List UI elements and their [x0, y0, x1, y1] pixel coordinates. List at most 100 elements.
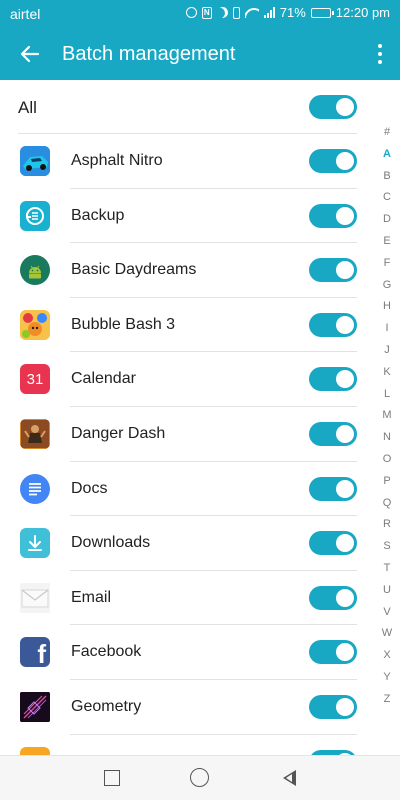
page-title: Batch management [62, 43, 236, 65]
toggle-knob [336, 534, 354, 553]
index-letter[interactable]: P [383, 471, 390, 493]
app-name: Danger Dash [71, 424, 166, 442]
index-letter[interactable]: S [383, 536, 390, 558]
calendar-date: 31 [26, 370, 44, 388]
app-name: Backup [71, 206, 125, 224]
index-letter[interactable]: U [383, 580, 391, 602]
wifi-icon [245, 7, 259, 18]
index-letter[interactable]: Z [384, 689, 391, 711]
all-row: All [0, 80, 375, 134]
app-name: Facebook [71, 643, 142, 661]
toggle-knob [336, 206, 354, 225]
home-button[interactable] [190, 768, 210, 788]
app-toggle[interactable] [309, 531, 357, 556]
battery-icon [310, 7, 334, 18]
index-letter[interactable]: T [384, 558, 391, 580]
index-letter[interactable]: C [383, 187, 391, 209]
do-not-disturb-icon [215, 5, 230, 20]
battery-percent: 71% [279, 5, 306, 20]
all-toggle[interactable] [309, 95, 357, 119]
recents-button[interactable] [102, 768, 122, 788]
app-toggle[interactable] [309, 258, 357, 283]
android-icon [20, 255, 50, 286]
nfc-icon: N [201, 6, 212, 19]
app-toggle[interactable] [309, 585, 357, 610]
backup-icon [20, 200, 50, 231]
facebook-icon: f [20, 637, 50, 668]
index-letter[interactable]: E [383, 231, 390, 253]
app-row[interactable]: Geometry [0, 680, 375, 735]
index-letter[interactable]: I [385, 318, 388, 340]
app-row[interactable]: Email [0, 571, 375, 626]
app-toggle[interactable] [309, 694, 357, 719]
app-toggle[interactable] [309, 203, 357, 228]
index-letter[interactable]: K [383, 362, 390, 384]
app-bar: Batch management [0, 28, 400, 80]
back-button[interactable] [280, 768, 300, 788]
more-vertical-icon[interactable] [374, 42, 386, 66]
index-letter[interactable]: N [383, 427, 391, 449]
index-letter[interactable]: B [383, 166, 390, 188]
index-letter[interactable]: L [384, 384, 390, 406]
bubble-bash-icon [20, 309, 50, 340]
app-row[interactable]: Asphalt Nitro [0, 134, 375, 189]
app-name: Docs [71, 479, 108, 497]
app-name: Bubble Bash 3 [71, 315, 176, 333]
calendar-icon: 31 [20, 364, 50, 395]
all-label: All [18, 98, 37, 117]
app-toggle[interactable] [309, 640, 357, 665]
status-bar: airtel N 71% 12:20 pm [0, 0, 400, 28]
app-row[interactable] [0, 735, 375, 756]
toggle-knob [336, 261, 354, 280]
app-toggle[interactable] [309, 312, 357, 337]
app-name: Downloads [71, 534, 151, 552]
app-name: Asphalt Nitro [71, 152, 163, 169]
index-letter[interactable]: Q [383, 493, 392, 515]
download-icon [20, 528, 50, 559]
toggle-knob [336, 152, 354, 170]
app-row[interactable]: Backup [0, 189, 375, 244]
index-letter[interactable]: X [383, 645, 390, 667]
index-letter[interactable]: Y [383, 667, 390, 689]
app-row[interactable]: 31 Calendar [0, 352, 375, 407]
index-letter[interactable]: # [384, 122, 390, 144]
app-toggle[interactable] [309, 367, 357, 392]
geometry-icon [20, 691, 50, 722]
index-letter[interactable]: F [384, 253, 391, 275]
toggle-knob [336, 315, 354, 334]
index-letter[interactable]: G [383, 275, 392, 297]
alphabet-index[interactable]: # A B C D E F G H I J K L M N O P Q R S T U V W X Y Z [374, 122, 400, 711]
app-name: Geometry [71, 697, 142, 715]
app-name: Email [71, 588, 112, 606]
index-letter[interactable]: W [382, 623, 392, 645]
vibrate-icon [232, 6, 240, 19]
arrow-left-icon[interactable] [18, 42, 42, 66]
app-row[interactable]: Basic Daydreams [0, 243, 375, 298]
toggle-knob [336, 588, 354, 607]
app-row[interactable]: Bubble Bash 3 [0, 298, 375, 353]
toggle-knob [336, 697, 354, 716]
index-letter[interactable]: M [382, 405, 391, 427]
facebook-letter: f [37, 639, 46, 668]
app-row[interactable]: Danger Dash [0, 407, 375, 462]
index-letter[interactable]: H [383, 296, 391, 318]
index-letter[interactable]: A [383, 144, 391, 166]
app-row[interactable]: f Facebook [0, 625, 375, 680]
asphalt-nitro-icon [20, 146, 50, 176]
toggle-knob [336, 424, 354, 443]
index-letter[interactable]: R [383, 514, 391, 536]
app-toggle[interactable] [309, 149, 357, 173]
signal-icon [263, 7, 275, 18]
app-row[interactable]: Downloads [0, 516, 375, 571]
app-toggle[interactable] [309, 421, 357, 446]
toggle-knob [336, 643, 354, 662]
app-toggle[interactable] [309, 476, 357, 501]
app-name: Basic Daydreams [71, 261, 197, 279]
index-letter[interactable]: D [383, 209, 391, 231]
app-row[interactable]: Docs [0, 462, 375, 517]
carrier-name: airtel [10, 6, 41, 22]
docs-icon [20, 473, 50, 504]
index-letter[interactable]: O [383, 449, 392, 471]
index-letter[interactable]: J [384, 340, 390, 362]
index-letter[interactable]: V [383, 602, 390, 624]
